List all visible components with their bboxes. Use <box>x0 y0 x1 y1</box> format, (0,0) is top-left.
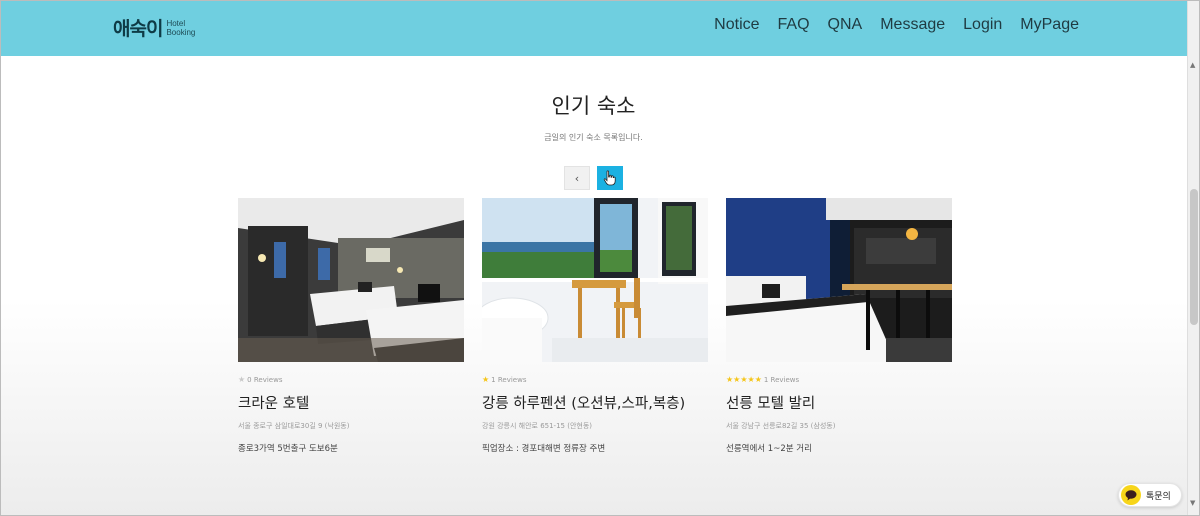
scroll-up-arrow-icon[interactable]: ▲ <box>1190 61 1195 69</box>
scroll-thumb[interactable] <box>1190 189 1198 325</box>
carousel-next-button[interactable] <box>597 166 623 190</box>
hotel-name[interactable]: 선릉 모텔 발리 <box>726 392 952 413</box>
carousel-pager: ‹ <box>564 166 623 190</box>
review-count: 0 Reviews <box>247 376 283 384</box>
star-outline-icon: ★ <box>238 375 246 384</box>
speech-bubble-icon <box>1125 489 1137 500</box>
hotel-description: 픽업장소 : 경포대해변 정류장 주변 <box>482 444 606 454</box>
hotel-photo[interactable] <box>238 198 464 362</box>
star-filled-icon: ★ <box>733 375 741 384</box>
star-filled-icon: ★ <box>740 375 748 384</box>
rating: ★ ★ ★ ★ ★ 1 Reviews <box>726 375 952 385</box>
star-filled-icon: ★ <box>482 375 490 384</box>
hotel-name[interactable]: 강릉 하루펜션 (오션뷰,스파,복층) <box>482 392 708 413</box>
site-header: 애숙이 Hotel Booking Notice FAQ QNA Message… <box>1 1 1187 56</box>
chat-label: 톡문의 <box>1146 491 1171 502</box>
hotel-card[interactable]: ★ ★ ★ ★ ★ 1 Reviews 선릉 모텔 발리 서울 강남구 선릉로8… <box>726 198 952 454</box>
star-filled-icon: ★ <box>747 375 755 384</box>
rating: ★ 1 Reviews <box>482 375 708 385</box>
hotel-address: 서울 강남구 선릉로82길 35 (삼성동) <box>726 422 836 430</box>
logo-text: 애숙이 <box>113 18 163 40</box>
rating: ★ 0 Reviews <box>238 375 464 385</box>
star-filled-icon: ★ <box>726 375 734 384</box>
kakao-chat-button[interactable]: 톡문의 <box>1118 483 1182 507</box>
star-filled-icon: ★ <box>754 375 762 384</box>
section-subtitle: 금일의 인기 숙소 목록입니다. <box>544 133 643 142</box>
nav-mypage[interactable]: MyPage <box>1020 16 1079 34</box>
review-count: 1 Reviews <box>491 376 527 384</box>
nav-message[interactable]: Message <box>880 16 945 34</box>
scroll-down-arrow-icon[interactable]: ▼ <box>1190 499 1195 507</box>
hotel-card[interactable]: ★ 1 Reviews 강릉 하루펜션 (오션뷰,스파,복층) 강원 강릉시 해… <box>482 198 708 454</box>
chat-bubble-icon <box>1121 485 1141 505</box>
nav-notice[interactable]: Notice <box>714 16 759 34</box>
hotel-name[interactable]: 크라운 호텔 <box>238 392 464 413</box>
hotel-address: 강원 강릉시 해안로 651-15 (안현동) <box>482 422 592 430</box>
hand-cursor-icon <box>603 170 616 186</box>
logo-subtext: Hotel Booking <box>166 18 196 37</box>
section-title: 인기 숙소 <box>551 94 636 118</box>
page-scrollbar[interactable]: ▲ ▼ <box>1187 1 1199 515</box>
nav-faq[interactable]: FAQ <box>778 16 810 34</box>
hotel-card[interactable]: ★ 0 Reviews 크라운 호텔 서울 종로구 삼일대로30길 9 (낙원동… <box>238 198 464 454</box>
hotel-address: 서울 종로구 삼일대로30길 9 (낙원동) <box>238 422 350 430</box>
main-nav: Notice FAQ QNA Message Login MyPage <box>714 16 1079 34</box>
nav-qna[interactable]: QNA <box>828 16 863 34</box>
hotel-description: 선릉역에서 1~2분 거리 <box>726 444 812 454</box>
hotel-photo[interactable] <box>726 198 952 362</box>
logo[interactable]: 애숙이 Hotel Booking <box>113 14 206 41</box>
review-count: 1 Reviews <box>763 376 800 384</box>
carousel-prev-button[interactable]: ‹ <box>564 166 590 190</box>
hotel-photo[interactable] <box>482 198 708 362</box>
hotel-description: 종로3가역 5번출구 도보6분 <box>238 444 338 454</box>
nav-login[interactable]: Login <box>963 16 1002 34</box>
